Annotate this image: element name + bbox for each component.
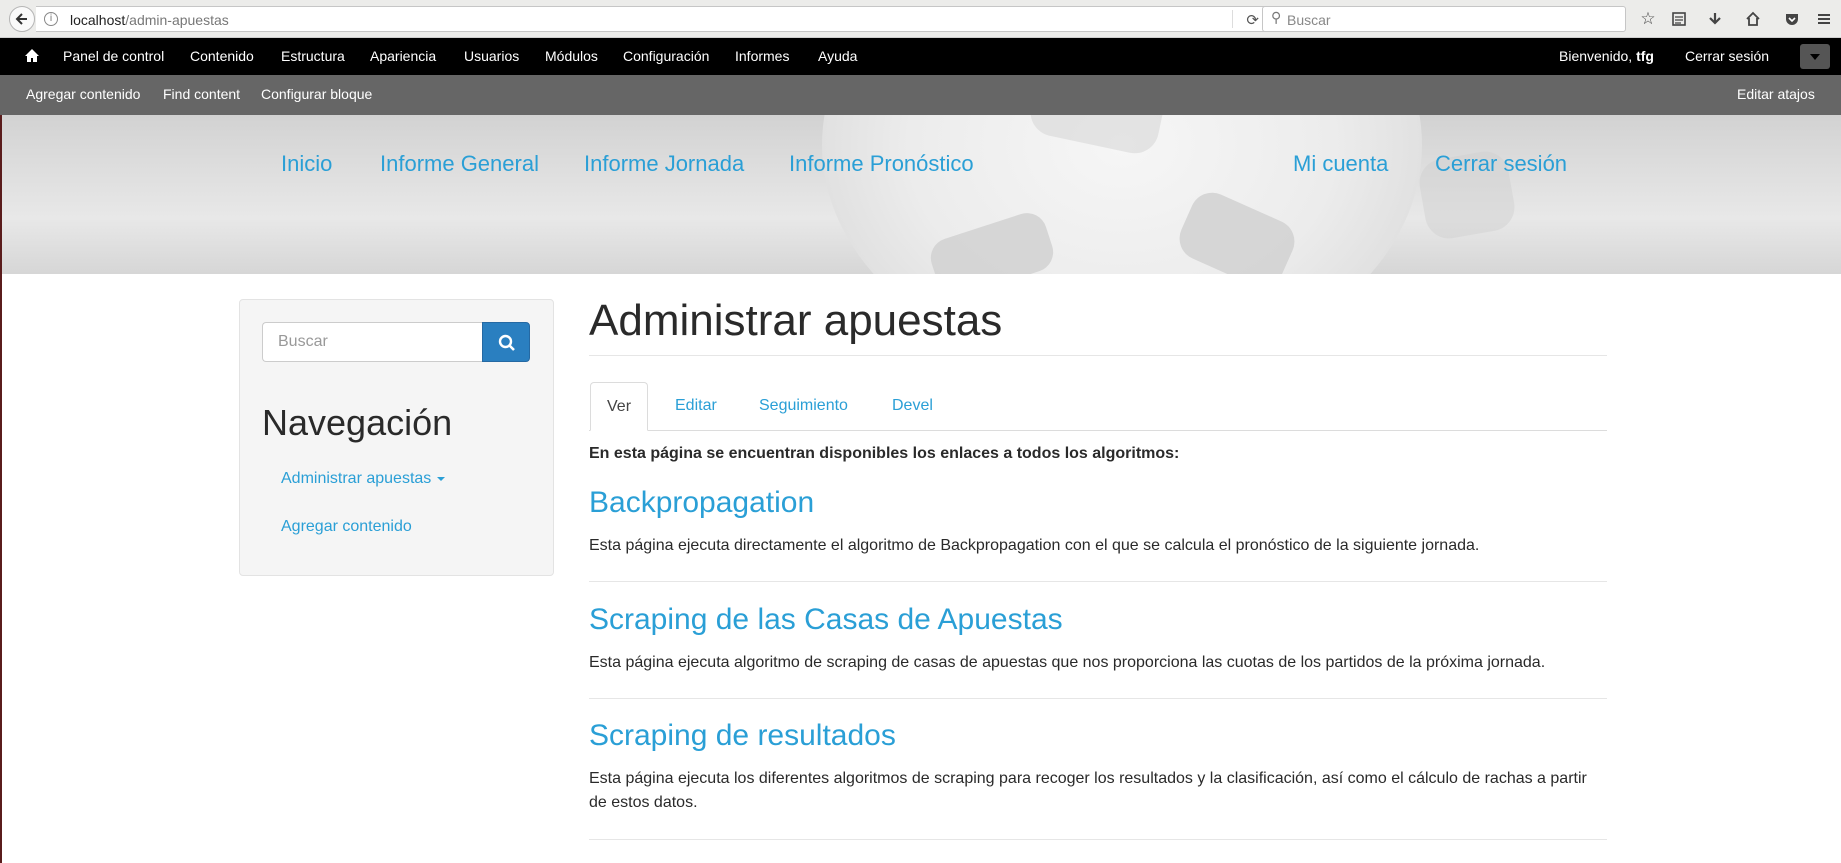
toolbar-toggle-button[interactable] [1800, 44, 1830, 69]
toolbar-logout-link[interactable]: Cerrar sesión [1685, 48, 1769, 64]
site-header-banner: Inicio Informe General Informe Jornada I… [2, 115, 1841, 274]
search-icon: ⚲ [1271, 10, 1282, 26]
nav-informe-pronostico[interactable]: Informe Pronóstico [789, 151, 974, 177]
search-icon [498, 334, 515, 351]
algorithm-link-scraping-casas[interactable]: Scraping de las Casas de Apuestas [589, 603, 1063, 637]
browser-search-box[interactable]: ⚲ Buscar [1262, 6, 1626, 32]
page-title: Administrar apuestas [589, 296, 1003, 345]
tab-devel[interactable]: Devel [876, 382, 949, 431]
home-icon[interactable] [1742, 8, 1764, 30]
download-icon[interactable] [1704, 8, 1726, 30]
nav-informe-jornada[interactable]: Informe Jornada [584, 151, 744, 177]
toolbar-item-informes[interactable]: Informes [735, 48, 789, 64]
reload-icon[interactable]: ⟳ [1246, 11, 1259, 29]
sidebar-link-label: Administrar apuestas [281, 470, 432, 487]
caret-down-icon [437, 476, 446, 481]
item-divider [589, 839, 1607, 840]
edit-shortcuts-link[interactable]: Editar atajos [1737, 86, 1815, 102]
nav-cerrar-sesion[interactable]: Cerrar sesión [1435, 151, 1567, 177]
algorithm-link-backpropagation[interactable]: Backpropagation [589, 486, 814, 520]
item-divider [589, 698, 1607, 699]
algorithm-description: Esta página ejecuta directamente el algo… [589, 537, 1480, 554]
toolbar-item-usuarios[interactable]: Usuarios [464, 48, 519, 64]
tab-ver[interactable]: Ver [590, 382, 649, 431]
menu-icon[interactable] [1813, 8, 1835, 30]
algorithm-link-scraping-resultados[interactable]: Scraping de resultados [589, 719, 896, 753]
sidebar-search-button[interactable] [482, 322, 530, 362]
reading-list-icon[interactable] [1668, 8, 1690, 30]
bookmark-star-icon[interactable]: ☆ [1637, 8, 1659, 30]
algorithm-description: Esta página ejecuta los diferentes algor… [589, 770, 1587, 811]
tab-editar[interactable]: Editar [659, 382, 733, 431]
address-bar[interactable]: i localhost/admin-apuestas ⟳ [36, 6, 1270, 32]
toolbar-item-apariencia[interactable]: Apariencia [370, 48, 436, 64]
window-edge [0, 115, 2, 863]
browser-toolbar: i localhost/admin-apuestas ⟳ ⚲ Buscar ☆ [0, 0, 1841, 38]
pocket-icon[interactable] [1781, 8, 1803, 30]
toolbar-home-icon[interactable] [24, 48, 40, 64]
username[interactable]: tfg [1636, 48, 1654, 64]
toolbar-item-modulos[interactable]: Módulos [545, 48, 598, 64]
tab-seguimiento[interactable]: Seguimiento [743, 382, 864, 431]
welcome-text: Bienvenido, tfg [1559, 48, 1654, 64]
url-path: /admin-apuestas [125, 12, 229, 28]
sidebar: Navegación Administrar apuestas Agregar … [239, 299, 554, 576]
sidebar-link-agregar-contenido[interactable]: Agregar contenido [281, 518, 412, 536]
shortcut-configurar-bloque[interactable]: Configurar bloque [261, 86, 372, 102]
nav-inicio[interactable]: Inicio [281, 151, 332, 177]
shortcut-find-content[interactable]: Find content [163, 86, 240, 102]
url-separator [1232, 10, 1233, 28]
toolbar-item-configuracion[interactable]: Configuración [623, 48, 709, 64]
sidebar-title: Navegación [262, 402, 453, 443]
item-divider [589, 581, 1607, 582]
url-host: localhost [70, 12, 126, 28]
toolbar-item-contenido[interactable]: Contenido [190, 48, 254, 64]
shortcut-agregar-contenido[interactable]: Agregar contenido [26, 86, 140, 102]
toolbar-item-panel[interactable]: Panel de control [63, 48, 164, 64]
toolbar-item-ayuda[interactable]: Ayuda [818, 48, 857, 64]
welcome-prefix: Bienvenido, [1559, 48, 1633, 64]
info-icon[interactable]: i [44, 12, 58, 26]
nav-mi-cuenta[interactable]: Mi cuenta [1293, 151, 1388, 177]
toolbar-item-estructura[interactable]: Estructura [281, 48, 345, 64]
url-text[interactable]: localhost/admin-apuestas [70, 12, 229, 28]
sidebar-search-input[interactable] [262, 322, 482, 362]
admin-toolbar: Panel de control Contenido Estructura Ap… [0, 38, 1841, 75]
title-divider [589, 355, 1607, 356]
nav-informe-general[interactable]: Informe General [380, 151, 539, 177]
browser-search-placeholder: Buscar [1287, 12, 1331, 28]
sidebar-link-administrar-apuestas[interactable]: Administrar apuestas [281, 470, 446, 488]
intro-text: En esta página se encuentran disponibles… [589, 445, 1180, 462]
back-button[interactable] [9, 6, 35, 32]
tabs-baseline [589, 430, 1607, 431]
arrow-left-icon [15, 13, 27, 25]
shortcuts-bar: Agregar contenido Find content Configura… [0, 75, 1841, 115]
algorithm-description: Esta página ejecuta algoritmo de scrapin… [589, 654, 1546, 671]
